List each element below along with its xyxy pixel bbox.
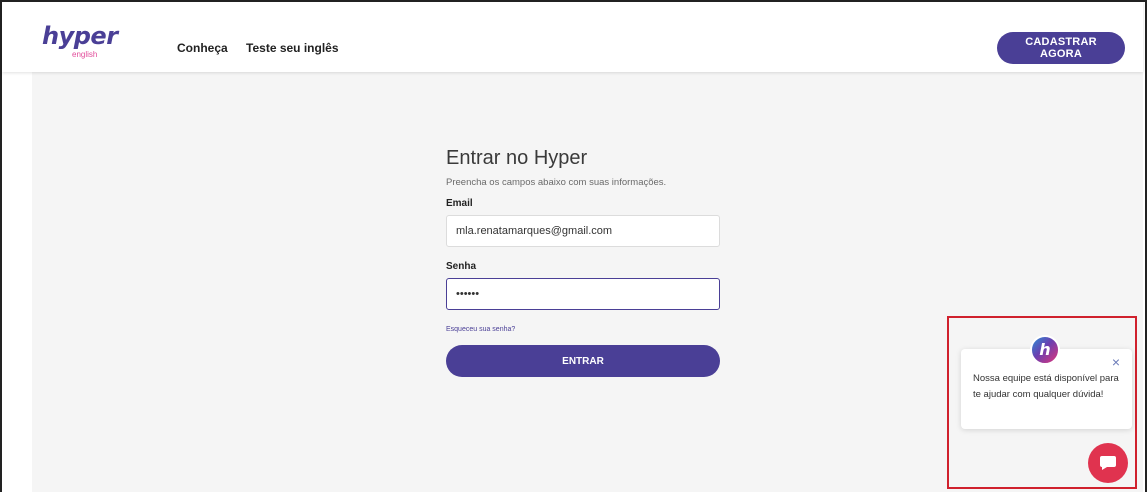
password-label: Senha (446, 261, 477, 272)
nav-link-teste-ingles[interactable]: Teste seu inglês (246, 41, 338, 55)
logo-wordmark: hyper (42, 22, 118, 50)
chat-message: Nossa equipe está disponível para te aju… (973, 373, 1119, 400)
password-field[interactable] (446, 278, 720, 310)
nav-link-conheca[interactable]: Conheça (177, 41, 228, 55)
chat-bubble-icon (1100, 456, 1116, 470)
forgot-password-link[interactable]: Esqueceu sua senha? (446, 325, 720, 334)
logo-subtext: english (72, 50, 98, 59)
hyper-logo[interactable]: hyper english (42, 22, 122, 64)
chat-avatar: h (1030, 335, 1060, 365)
main-nav: Conheça Teste seu inglês (177, 41, 354, 55)
login-form: Entrar no Hyper Preencha os campos abaix… (446, 146, 720, 377)
top-header: hyper english Conheça Teste seu inglês C… (2, 2, 1143, 72)
email-label: Email (446, 198, 473, 209)
page-title: Entrar no Hyper (446, 147, 588, 169)
login-subtitle: Preencha os campos abaixo com suas infor… (446, 177, 667, 188)
email-field[interactable] (446, 215, 720, 247)
login-submit-button[interactable]: ENTRAR (446, 345, 720, 377)
signup-button[interactable]: CADASTRAR AGORA (997, 32, 1125, 64)
chat-launcher-button[interactable] (1088, 443, 1128, 483)
close-icon[interactable]: × (1110, 355, 1122, 369)
